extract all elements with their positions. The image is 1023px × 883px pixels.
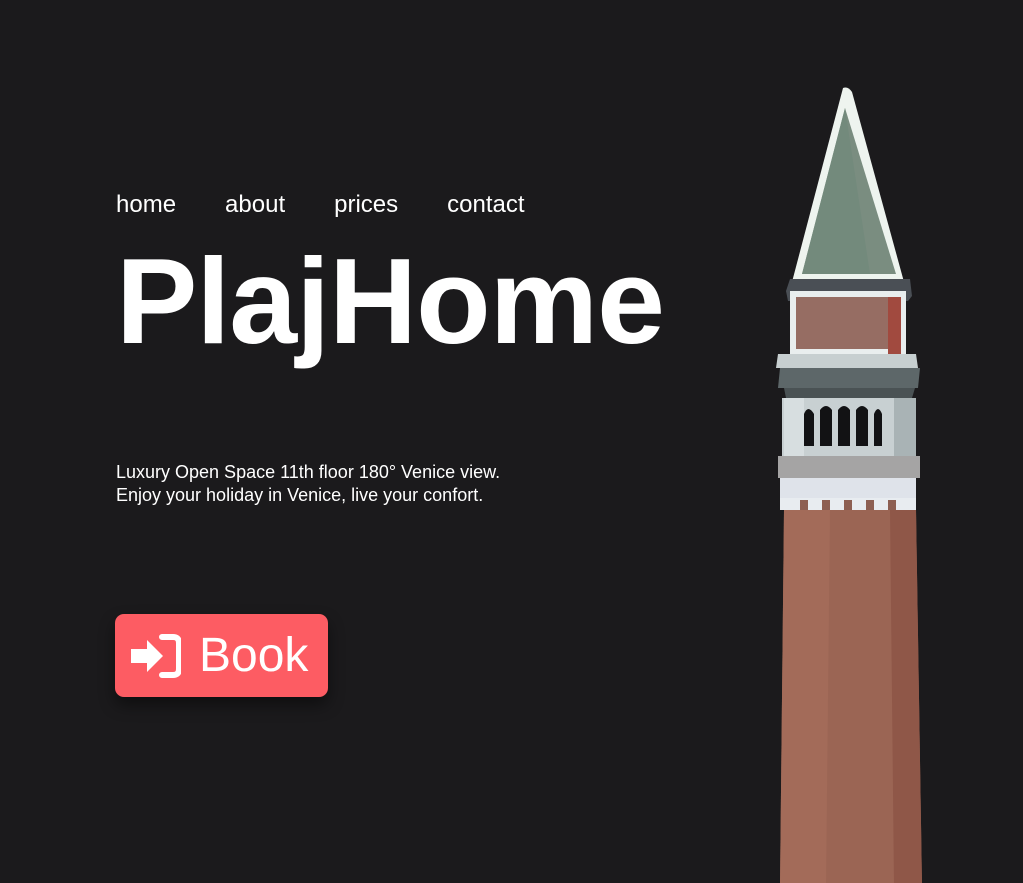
nav-link-contact[interactable]: contact bbox=[447, 190, 524, 220]
bell-tower-illustration bbox=[776, 87, 922, 883]
nav-link-home[interactable]: home bbox=[116, 190, 176, 220]
main-nav: home about prices contact bbox=[116, 190, 574, 220]
nav-link-about[interactable]: about bbox=[225, 190, 285, 220]
nav-link-prices[interactable]: prices bbox=[334, 190, 398, 220]
sign-in-icon bbox=[129, 632, 182, 680]
page-title: PlajHome bbox=[116, 233, 665, 369]
hero-description: Luxury Open Space 11th floor 180° Venice… bbox=[116, 462, 501, 505]
book-button-label: Book bbox=[199, 629, 309, 682]
book-button[interactable]: Book bbox=[115, 614, 328, 697]
page: home about prices contact PlajHome Luxur… bbox=[0, 0, 1023, 883]
